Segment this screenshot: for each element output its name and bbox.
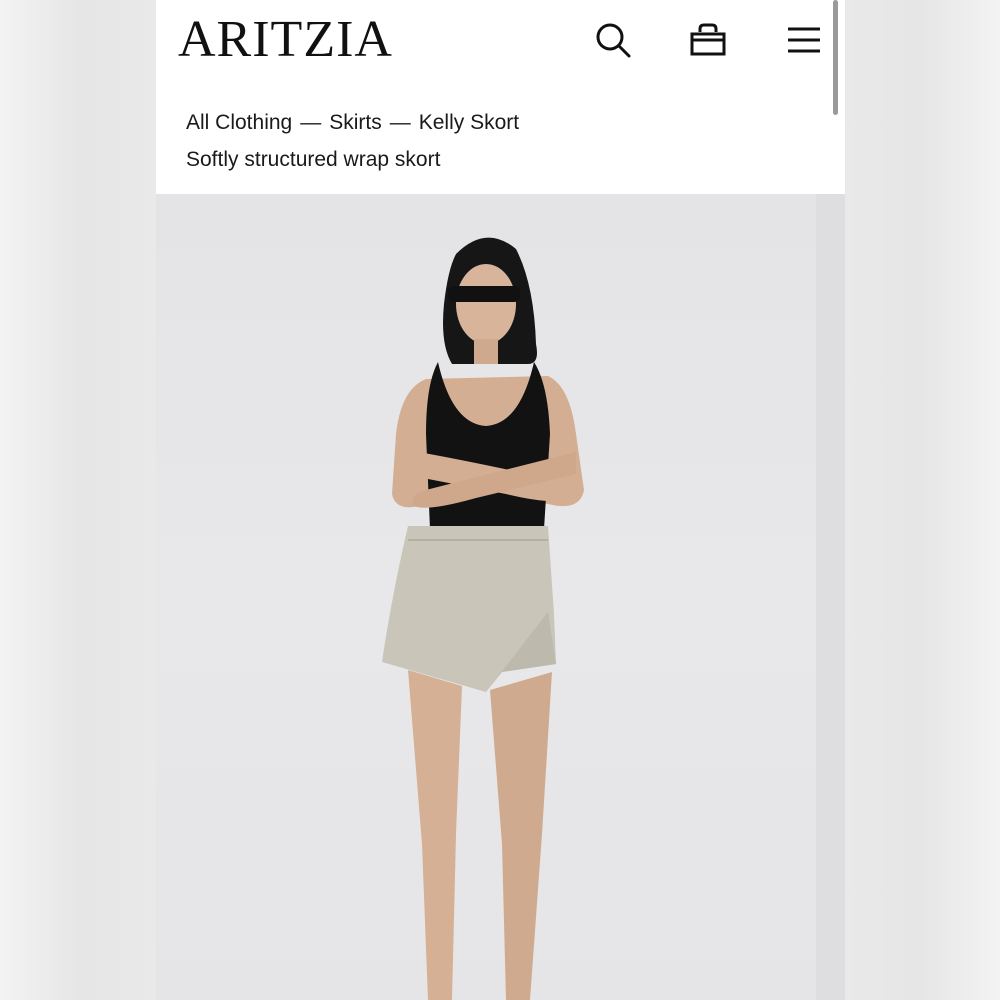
- breadcrumb-item-all-clothing[interactable]: All Clothing: [186, 111, 292, 134]
- model-face: [456, 264, 516, 344]
- model-sunglasses: [448, 286, 520, 302]
- model-illustration: [382, 237, 584, 1000]
- menu-button[interactable]: [782, 18, 826, 62]
- breadcrumb-item-kelly-skort: Kelly Skort: [418, 111, 520, 134]
- phone-screen: ARITZIA All Clothing — Skirts — Kelly Skor: [156, 0, 845, 1000]
- search-button[interactable]: [591, 18, 635, 62]
- site-header: ARITZIA: [156, 0, 845, 82]
- scrollbar[interactable]: [833, 0, 838, 115]
- breadcrumb-separator: —: [300, 111, 322, 134]
- model-right-leg: [490, 672, 552, 1000]
- bag-icon: [690, 23, 726, 56]
- breadcrumb-separator: —: [389, 111, 411, 134]
- brand-logo[interactable]: ARITZIA: [178, 12, 393, 68]
- breadcrumb: All Clothing — Skirts — Kelly Skort: [186, 108, 519, 138]
- product-subtitle: Softly structured wrap skort: [186, 148, 441, 171]
- model-left-leg: [408, 670, 462, 1000]
- cart-button[interactable]: [686, 18, 730, 62]
- model-neck: [474, 339, 498, 364]
- breadcrumb-item-skirts[interactable]: Skirts: [329, 111, 382, 134]
- menu-icon: [788, 27, 820, 53]
- product-image[interactable]: [156, 194, 845, 1000]
- search-icon: [596, 23, 631, 58]
